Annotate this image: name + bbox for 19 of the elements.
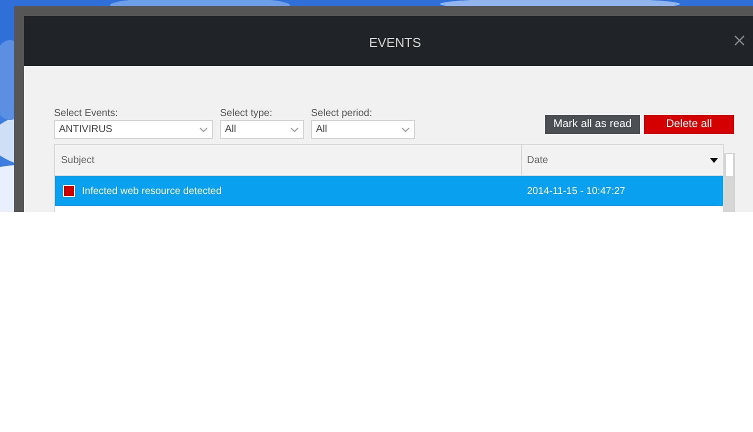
sort-icon xyxy=(710,158,718,162)
chevron-icon xyxy=(401,126,410,132)
dialog-title: EVENTS xyxy=(369,34,422,52)
close-icon[interactable] xyxy=(734,35,745,46)
dropdown[interactable]: All xyxy=(311,120,415,139)
filter-label: Select period: xyxy=(311,107,374,120)
dropdown[interactable]: ANTIVIRUS xyxy=(54,120,213,139)
column-header[interactable]: Subject xyxy=(55,145,522,175)
event-subject: Infected web resource detected xyxy=(82,184,222,198)
chevron-icon xyxy=(199,126,208,132)
action-button[interactable]: Delete all xyxy=(644,115,734,134)
column-header[interactable]: Date xyxy=(522,145,723,175)
dropdown[interactable]: All xyxy=(220,120,304,139)
filter-label: Select type: xyxy=(220,107,274,120)
filter-label: Select Events: xyxy=(54,107,119,120)
scrollbar[interactable] xyxy=(724,153,735,212)
action-button[interactable]: Mark all as read xyxy=(545,115,640,134)
event-date: 2014-11-15 - 10:47:27 xyxy=(526,184,626,198)
chevron-icon xyxy=(290,126,299,132)
